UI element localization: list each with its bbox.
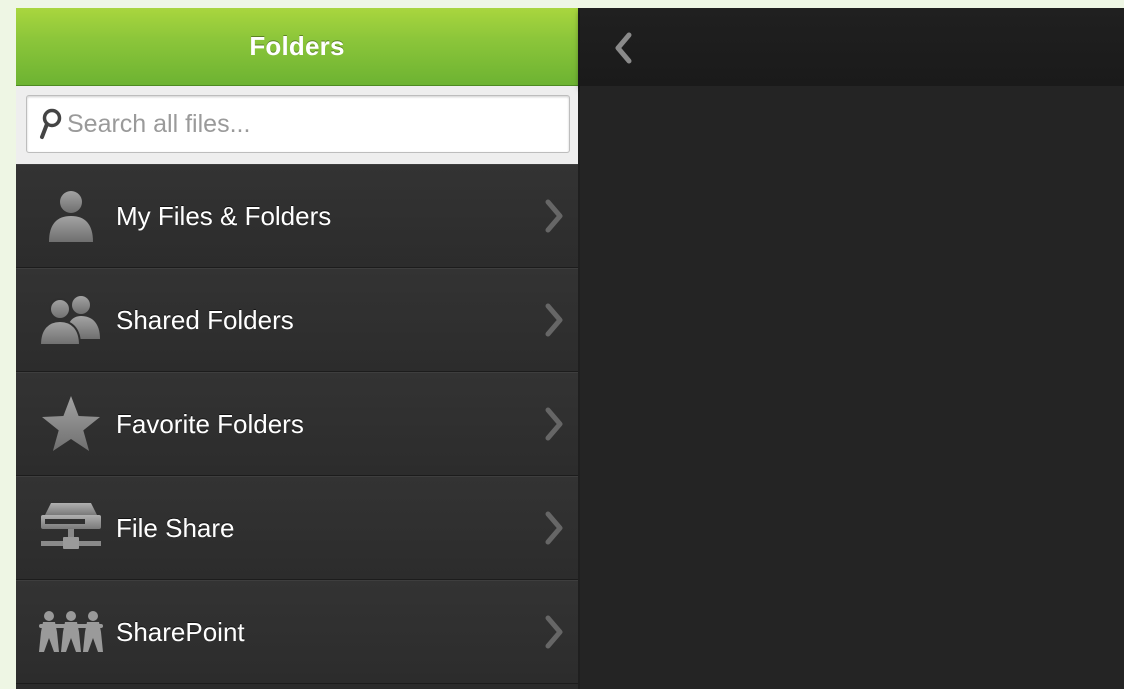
back-button[interactable] <box>606 28 640 68</box>
sidebar: Folders Search all files... My Files & F… <box>16 8 578 689</box>
search-bar <box>16 86 578 165</box>
chevron-right-icon <box>545 407 563 441</box>
app-window: Folders Search all files... My Files & F… <box>16 8 1124 689</box>
people-icon <box>36 290 106 350</box>
search-box[interactable] <box>26 95 570 153</box>
main-panel <box>580 8 1124 689</box>
chevron-right-icon <box>545 303 563 337</box>
search-input[interactable] <box>65 109 547 139</box>
nav-item-favorite-folders[interactable]: Favorite Folders <box>16 372 578 476</box>
main-toolbar <box>580 8 1124 86</box>
chevron-right-icon <box>545 511 563 545</box>
nav-item-shared-folders[interactable]: Shared Folders <box>16 268 578 372</box>
nav-item-label: My Files & Folders <box>116 200 332 231</box>
sharepoint-people-icon <box>36 602 106 662</box>
chevron-right-icon <box>545 615 563 649</box>
sidebar-title: Folders <box>249 31 345 61</box>
nav-item-label: SharePoint <box>116 616 245 647</box>
nav-item-my-files[interactable]: My Files & Folders <box>16 164 578 268</box>
folder-nav-list: My Files & Folders Shared Folders Favori… <box>16 164 578 684</box>
server-icon <box>36 498 106 558</box>
nav-item-file-share[interactable]: File Share <box>16 476 578 580</box>
person-icon <box>36 186 106 246</box>
star-icon <box>36 394 106 454</box>
sidebar-header: Folders <box>16 8 578 86</box>
nav-item-label: Shared Folders <box>116 304 294 335</box>
chevron-right-icon <box>545 199 563 233</box>
search-icon <box>35 106 65 142</box>
content-area <box>580 86 1124 689</box>
nav-item-sharepoint[interactable]: SharePoint <box>16 580 578 684</box>
chevron-left-icon <box>615 32 632 64</box>
nav-item-label: File Share <box>116 512 235 543</box>
nav-item-label: Favorite Folders <box>116 408 304 439</box>
